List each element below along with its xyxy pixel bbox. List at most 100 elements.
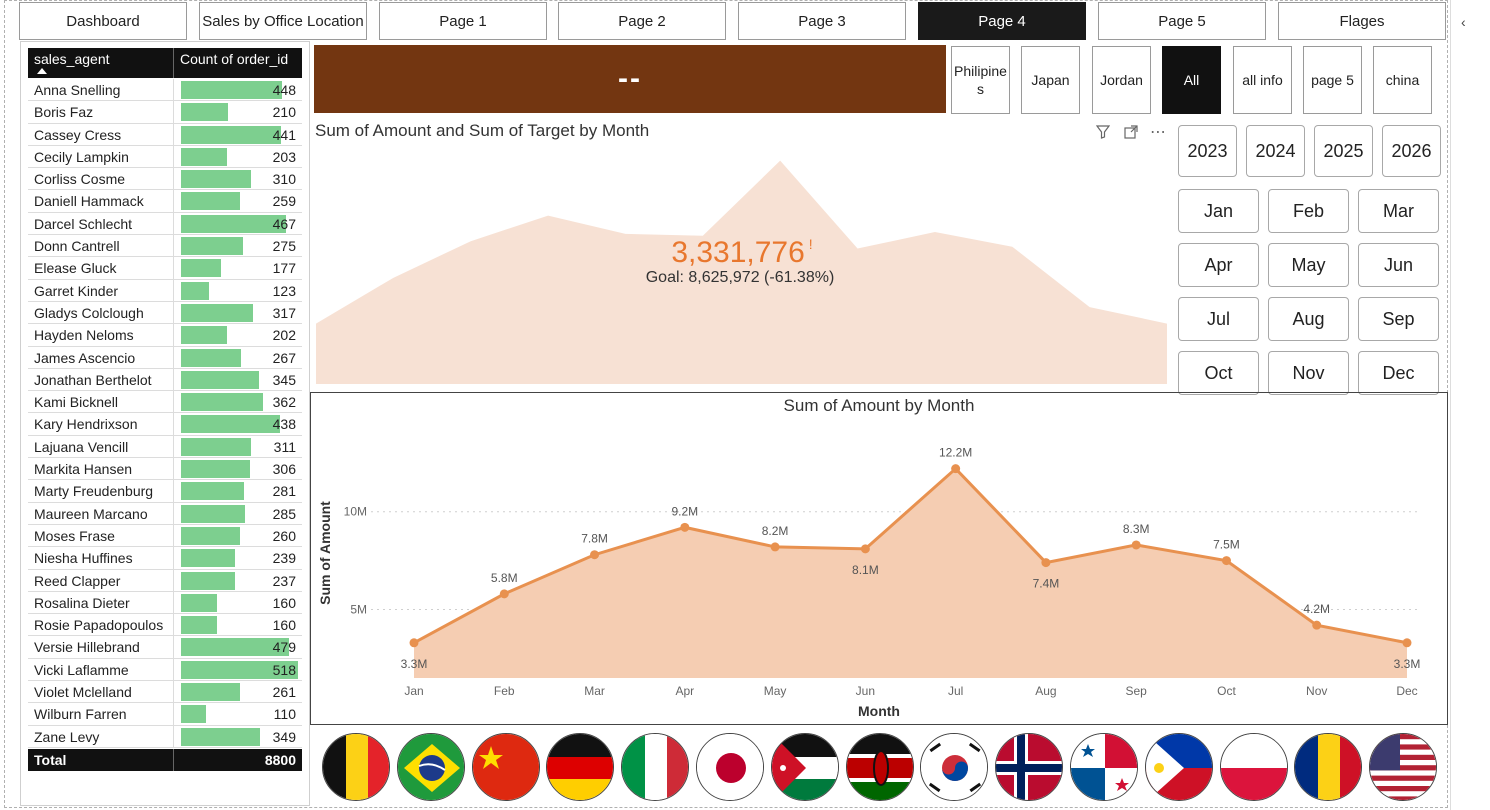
data-point[interactable] — [680, 522, 690, 532]
data-point[interactable] — [1402, 638, 1412, 648]
month-nov-button[interactable]: Nov — [1268, 351, 1349, 395]
table-row[interactable]: James Ascencio 267 — [28, 346, 302, 369]
flag-japan-icon[interactable] — [696, 733, 764, 801]
table-row[interactable]: Gladys Colclough 317 — [28, 301, 302, 325]
table-row[interactable]: Cecily Lampkin 203 — [28, 145, 302, 169]
data-bar — [181, 549, 235, 568]
table-row[interactable]: Boris Faz 210 — [28, 101, 302, 124]
month-jun-button[interactable]: Jun — [1358, 243, 1439, 287]
sales-agent-table[interactable]: sales_agent Count of order_id Anna Snell… — [20, 41, 310, 806]
flag-jordan-icon[interactable] — [770, 733, 839, 801]
data-point[interactable] — [1131, 540, 1141, 550]
table-row[interactable]: Versie Hillebrand 479 — [28, 636, 302, 659]
table-row[interactable]: Wilburn Farren 110 — [28, 703, 302, 726]
filter-button-all[interactable]: All — [1162, 46, 1221, 114]
flag-norway-icon[interactable] — [995, 733, 1064, 801]
month-jan-button[interactable]: Jan — [1178, 189, 1259, 233]
flag-brazil-icon[interactable] — [396, 733, 465, 801]
table-row[interactable]: Rosalina Dieter 160 — [28, 591, 302, 615]
tab-page-1[interactable]: Page 1 — [379, 2, 547, 40]
month-mar-button[interactable]: Mar — [1358, 189, 1439, 233]
flag-kenya-icon[interactable] — [845, 733, 914, 801]
table-row[interactable]: Lajuana Vencill 311 — [28, 435, 302, 459]
table-row[interactable]: Jonathan Berthelot 345 — [28, 368, 302, 392]
kpi-area-chart[interactable]: Sum of Amount and Sum of Target by Month… — [312, 118, 1172, 390]
data-point[interactable] — [1221, 556, 1231, 566]
sort-ascending-icon[interactable] — [37, 68, 47, 74]
filter-button-china[interactable]: china — [1373, 46, 1432, 114]
flag-belgium-icon[interactable] — [322, 733, 390, 801]
table-row[interactable]: Zane Levy 349 — [28, 725, 302, 748]
agent-name: Jonathan Berthelot — [34, 371, 152, 388]
tab-page-5[interactable]: Page 5 — [1098, 2, 1266, 40]
data-point[interactable] — [499, 589, 509, 599]
filter-button-japan[interactable]: Japan — [1021, 46, 1080, 114]
flag-italy-icon[interactable] — [621, 733, 690, 801]
y-tick-label: 5M — [350, 603, 367, 617]
filter-button-philipines[interactable]: Philipines — [951, 46, 1010, 114]
data-point[interactable] — [860, 544, 870, 554]
table-row[interactable]: Garret Kinder 123 — [28, 279, 302, 302]
table-row[interactable]: Hayden Neloms 202 — [28, 324, 302, 347]
data-point[interactable] — [409, 638, 419, 648]
filters-pane-collapsed[interactable]: ‹ — [1450, 0, 1490, 810]
chevron-left-icon[interactable]: ‹ — [1461, 14, 1466, 30]
flag-poland-icon[interactable] — [1219, 733, 1288, 801]
month-sep-button[interactable]: Sep — [1358, 297, 1439, 341]
table-row[interactable]: Niesha Huffines 239 — [28, 547, 302, 570]
column-header-count[interactable]: Count of order_id — [180, 51, 288, 67]
data-point[interactable] — [951, 464, 961, 474]
flag-romania-icon[interactable] — [1294, 733, 1363, 801]
filter-button-jordan[interactable]: Jordan — [1092, 46, 1151, 114]
year-2026-button[interactable]: 2026 — [1382, 125, 1441, 177]
data-point[interactable] — [1312, 620, 1322, 630]
month-aug-button[interactable]: Aug — [1268, 297, 1349, 341]
data-point[interactable] — [1041, 558, 1051, 568]
table-row[interactable]: Corliss Cosme 310 — [28, 168, 302, 191]
table-row[interactable]: Donn Cantrell 275 — [28, 235, 302, 258]
data-point[interactable] — [590, 550, 600, 560]
table-row[interactable]: Anna Snelling 448 — [28, 79, 302, 102]
table-row[interactable]: Kary Hendrixson 438 — [28, 413, 302, 436]
tab-page-2[interactable]: Page 2 — [558, 2, 726, 40]
table-row[interactable]: Markita Hansen 306 — [28, 458, 302, 481]
filter-button-all-info[interactable]: all info — [1233, 46, 1292, 114]
month-jul-button[interactable]: Jul — [1178, 297, 1259, 341]
month-oct-button[interactable]: Oct — [1178, 351, 1259, 395]
table-row[interactable]: Maureen Marcano 285 — [28, 502, 302, 525]
table-row[interactable]: Reed Clapper 237 — [28, 569, 302, 592]
table-row[interactable]: Vicki Laflamme 518 — [28, 658, 302, 682]
tab-flages[interactable]: Flages — [1278, 2, 1446, 40]
year-2025-button[interactable]: 2025 — [1314, 125, 1373, 177]
flag-germany-icon[interactable] — [546, 733, 615, 801]
flag-panama-icon[interactable] — [1070, 733, 1138, 801]
table-row[interactable]: Daniell Hammack 259 — [28, 190, 302, 213]
tab-page-3[interactable]: Page 3 — [738, 2, 906, 40]
table-row[interactable]: Kami Bicknell 362 — [28, 391, 302, 414]
month-may-button[interactable]: May — [1268, 243, 1349, 287]
tab-page-4[interactable]: Page 4 — [918, 2, 1086, 40]
month-feb-button[interactable]: Feb — [1268, 189, 1349, 233]
data-point[interactable] — [770, 542, 780, 552]
column-header-sales-agent[interactable]: sales_agent — [34, 51, 110, 67]
table-row[interactable]: Darcel Schlecht 467 — [28, 212, 302, 236]
tab-sales-by-office-location[interactable]: Sales by Office Location — [199, 2, 367, 40]
flag-united-states-icon[interactable] — [1369, 733, 1438, 801]
x-tick-label: Oct — [1217, 684, 1236, 698]
flag-south-korea-icon[interactable] — [920, 733, 989, 801]
year-2024-button[interactable]: 2024 — [1246, 125, 1305, 177]
month-apr-button[interactable]: Apr — [1178, 243, 1259, 287]
flag-philippines-icon[interactable] — [1144, 733, 1213, 801]
table-row[interactable]: Moses Frase 260 — [28, 524, 302, 548]
table-row[interactable]: Marty Freudenburg 281 — [28, 480, 302, 503]
year-2023-button[interactable]: 2023 — [1178, 125, 1237, 177]
filter-button-page-5[interactable]: page 5 — [1303, 46, 1362, 114]
flag-china-icon[interactable] — [471, 733, 540, 801]
table-row[interactable]: Cassey Cress 441 — [28, 123, 302, 146]
table-row[interactable]: Violet Mclelland 261 — [28, 681, 302, 704]
line-chart[interactable]: Sum of Amount by Month 5M 10M 3.3M Jan 5.8M Fe… — [310, 392, 1448, 725]
tab-dashboard[interactable]: Dashboard — [19, 2, 187, 40]
table-row[interactable]: Elease Gluck 177 — [28, 257, 302, 280]
table-row[interactable]: Rosie Papadopoulos 160 — [28, 614, 302, 637]
month-dec-button[interactable]: Dec — [1358, 351, 1439, 395]
